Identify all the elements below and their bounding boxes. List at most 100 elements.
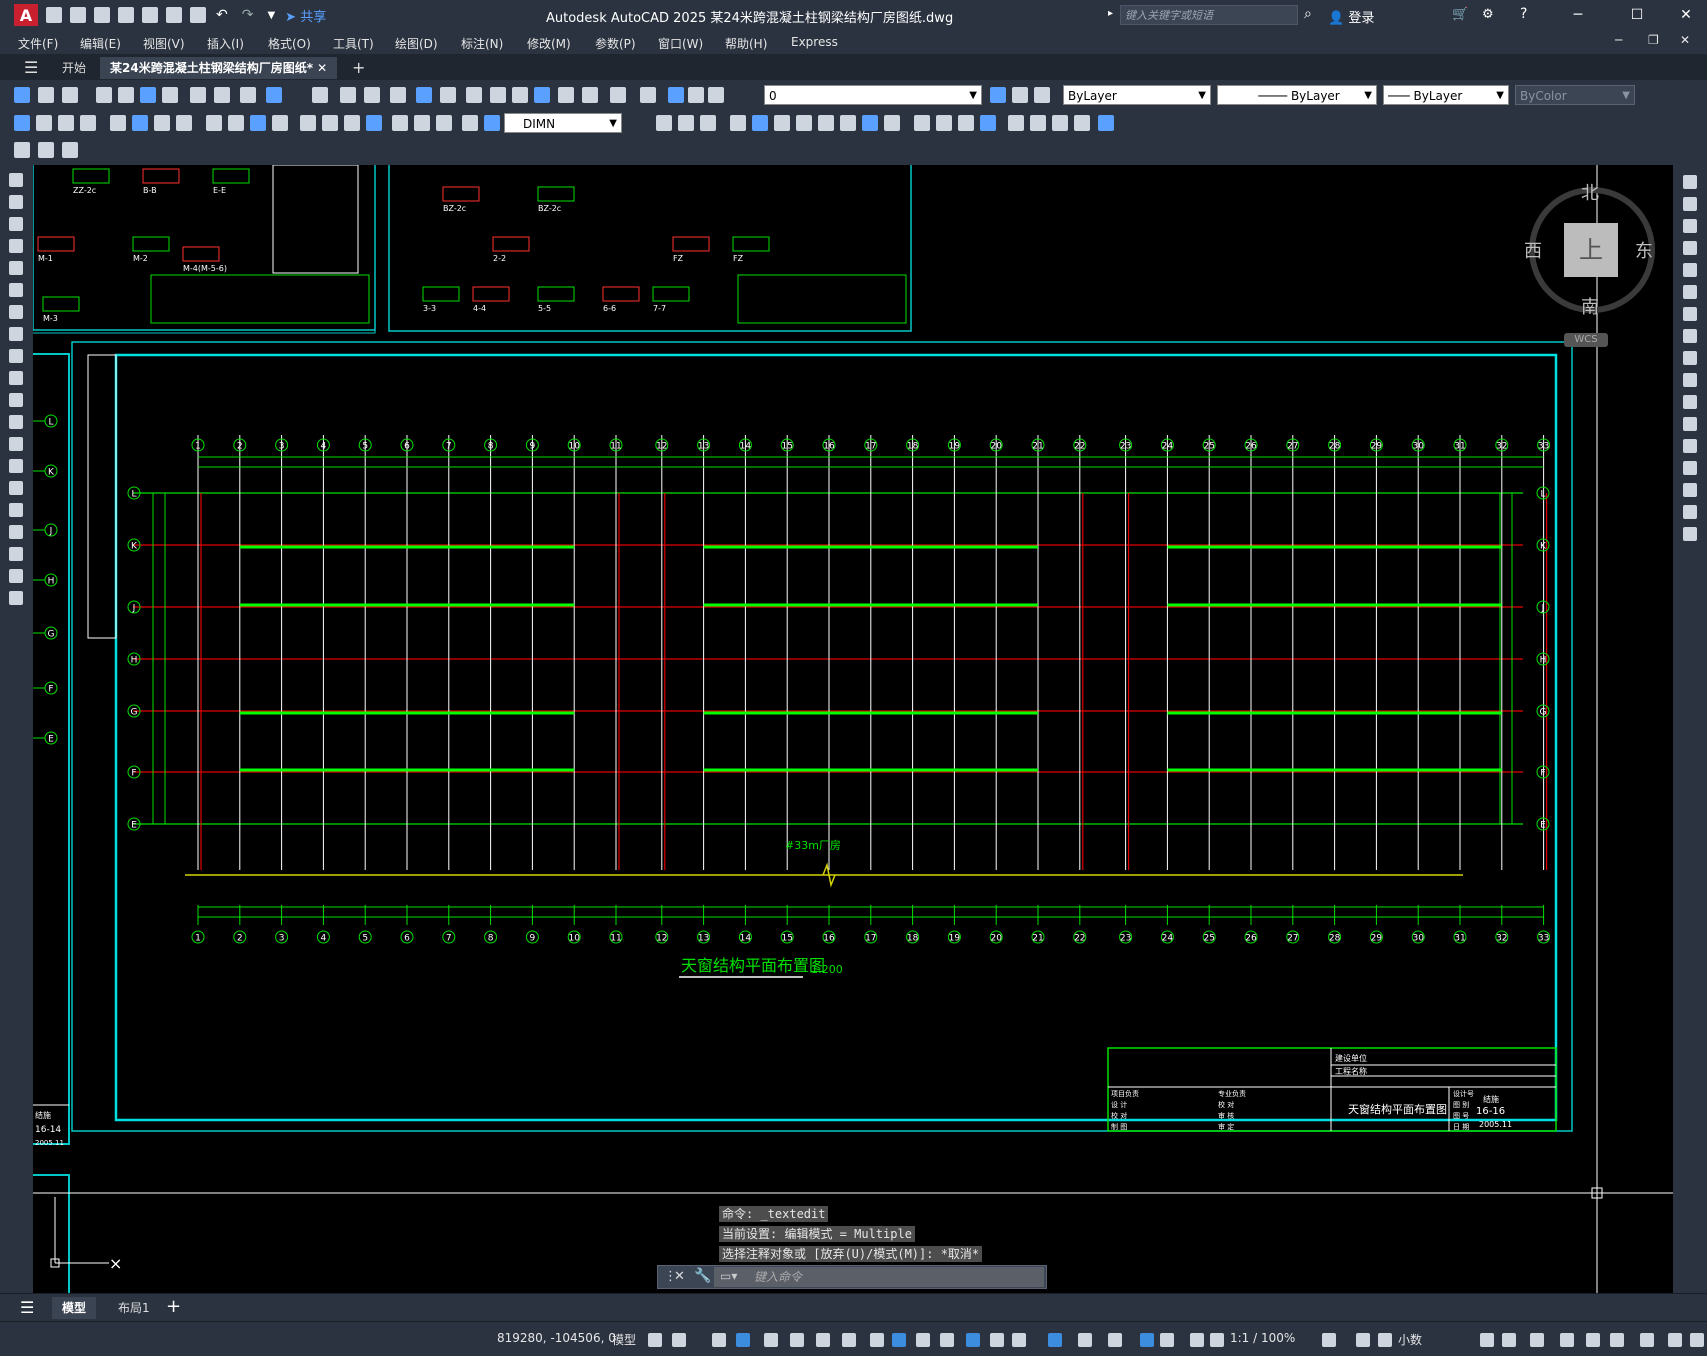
toolbar-tool-icon[interactable]: [366, 115, 382, 131]
status-toggle-icon[interactable]: [1012, 1333, 1026, 1347]
menu-dimension[interactable]: 标注(N): [461, 35, 503, 52]
status-toggle-icon[interactable]: [1560, 1333, 1574, 1347]
toolbar-tool-icon[interactable]: [1012, 87, 1028, 103]
autodesk-account-icon[interactable]: ⚙: [1482, 7, 1494, 22]
toolbar-tool-icon[interactable]: [206, 115, 222, 131]
status-toggle-icon[interactable]: [1078, 1333, 1092, 1347]
status-toggle-icon[interactable]: [1160, 1333, 1174, 1347]
tab-model[interactable]: 模型: [52, 1297, 97, 1319]
drawing-canvas[interactable]: 1 1 2 2 3 3 4 4 5 5 6 6 7 7 8 8 9 9 10 10 11 11 12 12 13 13 14 14 15…: [33, 165, 1673, 1293]
linetype-dropdown[interactable]: ──── ByLayer ▼: [1217, 85, 1377, 105]
status-toggle-icon[interactable]: [764, 1333, 778, 1347]
status-toggle-icon[interactable]: [790, 1333, 804, 1347]
cart-icon[interactable]: 🛒: [1452, 7, 1468, 22]
units-dropdown[interactable]: 小数: [1398, 1331, 1422, 1348]
toolbar-tool-icon[interactable]: [272, 115, 288, 131]
status-toggle-icon[interactable]: [1190, 1333, 1204, 1347]
modify-tool-icon[interactable]: [1683, 329, 1697, 343]
draw-tool-icon[interactable]: [9, 569, 23, 583]
toolbar-tool-icon[interactable]: [752, 115, 768, 131]
menu-draw[interactable]: 绘图(D): [395, 35, 438, 52]
model-space-button[interactable]: 模型: [612, 1331, 636, 1348]
toolbar-tool-icon[interactable]: [118, 87, 134, 103]
redo-icon[interactable]: ↷: [242, 7, 254, 23]
menu-format[interactable]: 格式(O): [268, 35, 311, 52]
draw-tool-icon[interactable]: [9, 173, 23, 187]
toolbar-tool-icon[interactable]: [700, 115, 716, 131]
toolbar-tool-icon[interactable]: [1074, 115, 1090, 131]
toolbar-tool-icon[interactable]: [176, 115, 192, 131]
toolbar-tool-icon[interactable]: [14, 87, 30, 103]
menu-window[interactable]: 窗口(W): [658, 35, 703, 52]
toolbar-tool-icon[interactable]: [484, 115, 500, 131]
draw-tool-icon[interactable]: [9, 305, 23, 319]
modify-tool-icon[interactable]: [1683, 219, 1697, 233]
drawing-svg[interactable]: 1122334455667788991010111112121313141415…: [33, 165, 1673, 1293]
draw-tool-icon[interactable]: [9, 547, 23, 561]
modify-tool-icon[interactable]: [1683, 351, 1697, 365]
toolbar-tool-icon[interactable]: [640, 87, 656, 103]
minimize-icon[interactable]: ─: [1568, 6, 1588, 24]
draw-tool-icon[interactable]: [9, 283, 23, 297]
toolbar-tool-icon[interactable]: [162, 87, 178, 103]
print-icon[interactable]: [190, 7, 206, 23]
modify-tool-icon[interactable]: [1683, 417, 1697, 431]
toolbar-tool-icon[interactable]: [132, 115, 148, 131]
draw-tool-icon[interactable]: [9, 195, 23, 209]
save-as-icon[interactable]: [118, 7, 134, 23]
command-customize-icon[interactable]: 🔧: [694, 1268, 711, 1284]
status-toggle-icon[interactable]: [870, 1333, 884, 1347]
autocad-logo-icon[interactable]: A: [14, 4, 38, 26]
toolbar-tool-icon[interactable]: [1098, 115, 1114, 131]
status-toggle-icon[interactable]: [1048, 1333, 1062, 1347]
status-toggle-icon[interactable]: [916, 1333, 930, 1347]
menu-insert[interactable]: 插入(I): [207, 35, 244, 52]
toolbar-tool-icon[interactable]: [416, 87, 432, 103]
menu-modify[interactable]: 修改(M): [527, 35, 571, 52]
viewcube-east[interactable]: 东: [1635, 237, 1653, 263]
toolbar-tool-icon[interactable]: [462, 115, 478, 131]
layout-menu-icon[interactable]: ☰: [20, 1298, 34, 1317]
toolbar-tool-icon[interactable]: [958, 115, 974, 131]
toolbar-tool-icon[interactable]: [990, 87, 1006, 103]
menu-express[interactable]: Express: [791, 35, 838, 49]
status-toggle-icon[interactable]: [940, 1333, 954, 1347]
toolbar-tool-icon[interactable]: [818, 115, 834, 131]
toolbar-tool-icon[interactable]: [110, 115, 126, 131]
toolbar-tool-icon[interactable]: [1034, 87, 1050, 103]
menu-edit[interactable]: 编辑(E): [80, 35, 121, 52]
draw-tool-icon[interactable]: [9, 349, 23, 363]
toolbar-tool-icon[interactable]: [582, 87, 598, 103]
viewcube-north[interactable]: 北: [1581, 179, 1599, 205]
doc-minimize-icon[interactable]: ─: [1615, 33, 1622, 47]
toolbar-tool-icon[interactable]: [390, 87, 406, 103]
draw-tool-icon[interactable]: [9, 261, 23, 275]
modify-tool-icon[interactable]: [1683, 373, 1697, 387]
edit-block-icon[interactable]: [14, 142, 30, 158]
plotstyle-dropdown[interactable]: ByColor ▼: [1515, 85, 1635, 105]
status-toggle-icon[interactable]: [1502, 1333, 1516, 1347]
status-toggle-icon[interactable]: [712, 1333, 726, 1347]
modify-tool-icon[interactable]: [1683, 307, 1697, 321]
modify-tool-icon[interactable]: [1683, 527, 1697, 541]
toolbar-tool-icon[interactable]: [490, 87, 506, 103]
menu-help[interactable]: 帮助(H): [725, 35, 767, 52]
menu-tools[interactable]: 工具(T): [333, 35, 374, 52]
modify-tool-icon[interactable]: [1683, 285, 1697, 299]
share-button[interactable]: ➤ 共享: [285, 6, 326, 25]
toolbar-tool-icon[interactable]: [440, 87, 456, 103]
toolbar-tool-icon[interactable]: [1052, 115, 1068, 131]
toolbar-tool-icon[interactable]: [322, 115, 338, 131]
tab-layout1[interactable]: 布局1: [110, 1297, 158, 1319]
toolbar-tool-icon[interactable]: [610, 87, 626, 103]
toolbar-tool-icon[interactable]: [80, 115, 96, 131]
toolbar-tool-icon[interactable]: [796, 115, 812, 131]
draw-tool-icon[interactable]: [9, 481, 23, 495]
status-toggle-icon[interactable]: [1140, 1333, 1154, 1347]
wcs-button[interactable]: WCS: [1564, 333, 1608, 347]
toolbar-tool-icon[interactable]: [656, 115, 672, 131]
open-web-icon[interactable]: [142, 7, 158, 23]
quick-access-dropdown-icon[interactable]: ▼: [267, 10, 275, 21]
toolbar-tool-icon[interactable]: [884, 115, 900, 131]
save-icon[interactable]: [94, 7, 110, 23]
